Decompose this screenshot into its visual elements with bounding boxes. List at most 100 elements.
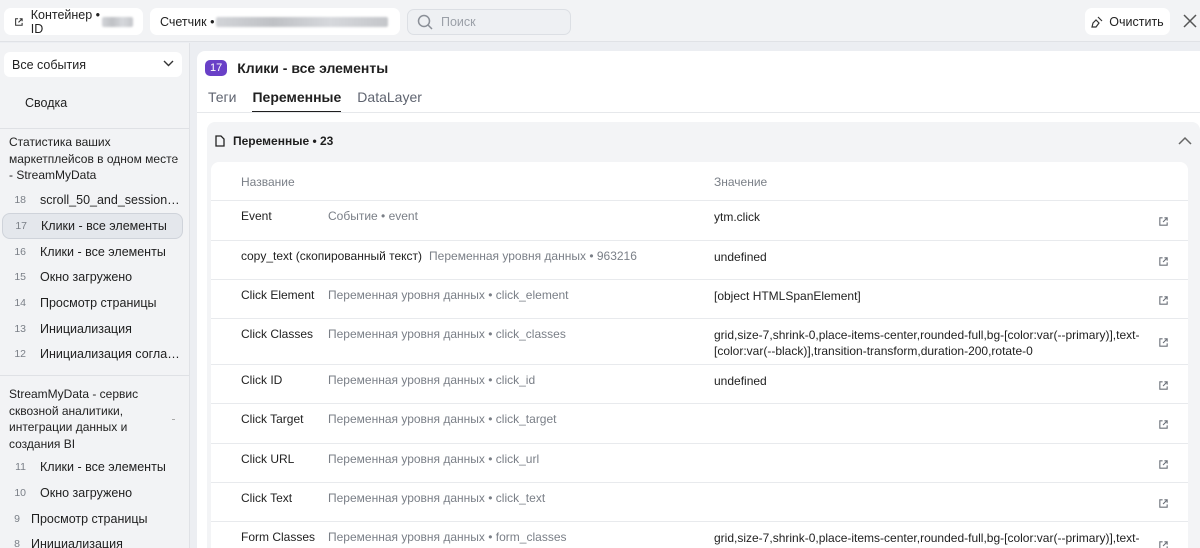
group-title[interactable]: Статистика ваших маркетплейсов в одном м… (9, 134, 179, 184)
event-item[interactable]: 15 Окно загружено (0, 264, 183, 290)
variables-panel: Переменные • 23 Название Значение Event y… (207, 122, 1200, 548)
variable-value: grid,size-7,shrink-0,place-items-center,… (714, 531, 1140, 545)
chevron-down-icon (163, 60, 174, 67)
counter-id-redacted (216, 16, 389, 27)
external-link-icon (15, 17, 23, 26)
tab-tags[interactable]: Теги (208, 89, 236, 113)
variables-table: Название Значение Event ytm.click Событие … (211, 162, 1188, 548)
group-title-text: Статистика ваших маркетплейсов в одном м… (9, 135, 179, 182)
external-link-icon[interactable] (1158, 337, 1169, 348)
external-link-icon[interactable] (1158, 540, 1169, 548)
variable-name: Click ID (241, 373, 283, 387)
event-number: 14 (14, 297, 26, 309)
main-panel: 17 Клики - все элементы Теги Переменные … (197, 51, 1200, 548)
event-item[interactable]: 10 Окно загружено (0, 480, 183, 506)
event-item[interactable]: 14 Просмотр страницы (0, 290, 183, 316)
event-label: Клики - все элементы (41, 219, 167, 233)
event-item[interactable]: 12 Инициализация согласия (0, 341, 183, 367)
event-number: 9 (14, 513, 20, 525)
event-label: Инициализация (31, 537, 123, 548)
counter-button[interactable]: Счетчик • (150, 8, 400, 35)
container-id-redacted (102, 16, 133, 27)
search-icon (417, 14, 433, 30)
external-link-icon[interactable] (1158, 459, 1169, 470)
variable-name: Click Element (241, 288, 315, 302)
clear-label: Очистить (1109, 14, 1164, 29)
variable-value: undefined (714, 374, 767, 388)
variable-source: Переменная уровня данных • click_text (328, 491, 546, 505)
event-item[interactable]: 13 Инициализация (0, 316, 183, 342)
column-header-name: Название (241, 175, 295, 189)
variable-source: Переменная уровня данных • click_url (328, 452, 540, 466)
variable-value: undefined (714, 250, 767, 264)
table-row: Click URL Переменная уровня данных • clic… (211, 443, 1188, 482)
group-title[interactable]: StreamMyData - сервис сквозной аналитики… (9, 386, 179, 452)
tab-bar: Теги Переменные DataLayer (208, 89, 438, 113)
close-icon[interactable] (1182, 13, 1198, 29)
collapse-dash-icon (172, 158, 175, 160)
external-link-icon[interactable] (1158, 295, 1169, 306)
variable-source: Переменная уровня данных • click_id (328, 373, 536, 387)
event-item[interactable]: 11 Клики - все элементы (0, 454, 183, 480)
event-label: Просмотр страницы (31, 512, 148, 526)
event-item[interactable]: 16 Клики - все элементы (0, 239, 183, 265)
event-number: 17 (15, 220, 27, 232)
event-number: 8 (14, 538, 20, 548)
tab-variables[interactable]: Переменные (252, 89, 342, 113)
event-number: 11 (15, 461, 26, 473)
collapse-dash-icon (172, 419, 175, 420)
variable-name: Event (241, 209, 272, 223)
event-number: 13 (14, 323, 26, 335)
divider (0, 128, 189, 129)
event-number: 10 (14, 487, 26, 499)
document-icon (215, 135, 225, 147)
sidebar: Все события Сводка Статистика ваших марк… (0, 43, 190, 548)
table-row: Click Target Переменная уровня данных • c… (211, 403, 1188, 443)
table-row: Click ID undefined Переменная уровня данны… (211, 364, 1188, 403)
external-link-icon[interactable] (1158, 216, 1169, 227)
event-label: Окно загружено (40, 270, 133, 284)
panel-title: Переменные • 23 (233, 134, 334, 148)
column-header-value: Значение (714, 175, 768, 189)
external-link-icon[interactable] (1158, 419, 1169, 430)
event-item[interactable]: 9 Просмотр страницы (0, 506, 183, 532)
external-link-icon[interactable] (1158, 256, 1169, 267)
search-input[interactable]: Поиск (407, 9, 571, 35)
variable-value: [object HTMLSpanElement] (714, 289, 861, 303)
variable-name: Click Classes (241, 327, 314, 341)
divider (197, 112, 1200, 113)
event-number: 12 (14, 348, 26, 360)
page-title: Клики - все элементы (237, 60, 389, 76)
table-row: Click Classes grid,size-7,shrink-0,place-… (211, 318, 1188, 364)
event-filter-value: Все события (12, 57, 86, 72)
event-number-badge: 17 (205, 60, 228, 76)
event-number: 15 (14, 271, 26, 283)
tab-datalayer[interactable]: DataLayer (357, 89, 422, 113)
external-link-icon[interactable] (1158, 380, 1169, 391)
event-item[interactable]: 18 scroll_50_and_session_duration (0, 187, 183, 213)
group-title-text: StreamMyData - сервис сквозной аналитики… (9, 387, 139, 451)
event-label: Окно загружено (40, 486, 133, 500)
sidebar-item-summary[interactable]: Сводка (25, 96, 67, 110)
counter-label: Счетчик • (160, 14, 215, 29)
table-row: Form Classes grid,size-7,shrink-0,place-i… (211, 521, 1188, 548)
external-link-icon[interactable] (1158, 498, 1169, 509)
event-item[interactable]: 8 Инициализация (0, 531, 183, 548)
event-filter-select[interactable]: Все события (4, 52, 182, 77)
table-row: copy_text (скопированный текст) undefined… (211, 240, 1188, 279)
clear-button[interactable]: Очистить (1085, 8, 1170, 35)
chevron-up-icon[interactable] (1178, 136, 1192, 145)
event-item-active[interactable]: 17 Клики - все элементы (2, 213, 183, 239)
event-label: scroll_50_and_session_duration (40, 193, 183, 207)
search-placeholder: Поиск (441, 15, 476, 29)
top-bar: Контейнер • ID Счетчик • Поиск Очистить (0, 0, 1200, 42)
event-label: Клики - все элементы (40, 460, 166, 474)
event-label: Клики - все элементы (40, 245, 166, 259)
variable-source: Переменная уровня данных • click_classes (328, 327, 566, 341)
container-button[interactable]: Контейнер • ID (4, 8, 143, 36)
variable-source: Переменная уровня данных • form_classes (328, 530, 567, 544)
panel-header[interactable]: Переменные • 23 (215, 134, 333, 148)
table-row: Click Text Переменная уровня данных • cli… (211, 482, 1188, 521)
variable-source: Переменная уровня данных • click_element (328, 288, 569, 302)
variable-name: Click URL (241, 452, 295, 466)
